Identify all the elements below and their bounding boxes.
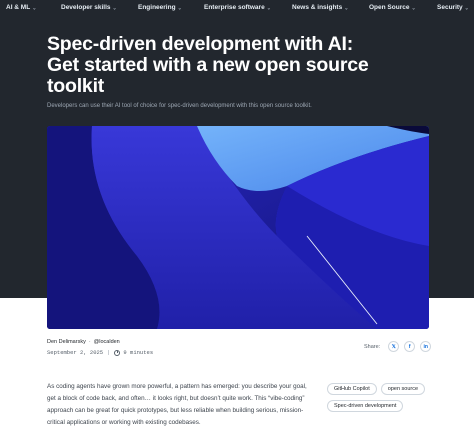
hero-image [47,126,429,329]
chevron-down-icon: ⌄ [411,5,416,11]
tag-github-copilot[interactable]: GitHub Copilot [327,383,377,395]
linkedin-icon[interactable]: in [420,341,432,352]
share-bar: Share: 𝕏 f in [364,341,432,352]
article-intro: As coding agents have grown more powerfu… [47,383,307,426]
nav-item-engineering[interactable]: Engineering ⌄ [138,4,182,11]
chevron-down-icon: ⌄ [464,5,469,11]
clock-icon [114,349,121,356]
share-label: Share: [364,343,381,350]
nav-item-news-insights[interactable]: News & insights ⌄ [292,4,348,11]
nav-item-label: Enterprise software [204,4,265,11]
nav-item-security[interactable]: Security ⌄ [437,4,469,11]
top-navigation: AI & ML ⌄ Developer skills ⌄ Engineering ⌄ … [0,0,474,16]
tag-spec-driven-development[interactable]: Spec-driven development [327,400,404,412]
nav-item-label: Security [437,4,463,11]
nav-item-open-source[interactable]: Open Source ⌄ [369,4,416,11]
page-title: Spec-driven development with AI: Get sta… [47,33,369,97]
chevron-down-icon: ⌄ [112,5,117,11]
publish-date: September 2, 2025 [47,349,104,356]
meta-divider: | [107,349,111,356]
author-handle[interactable]: @localden [94,339,120,345]
facebook-icon[interactable]: f [404,341,416,352]
page-subtitle: Developers can use their AI tool of choi… [47,103,312,109]
x-icon[interactable]: 𝕏 [388,341,400,352]
nav-item-label: Engineering [138,4,176,11]
chevron-down-icon: ⌄ [266,5,271,11]
chevron-down-icon: ⌄ [344,5,349,11]
chevron-down-icon: ⌄ [177,5,182,11]
nav-item-label: Open Source [369,4,410,11]
nav-item-label: AI & ML [6,4,31,11]
nav-item-enterprise-software[interactable]: Enterprise software ⌄ [204,4,271,11]
nav-item-developer-skills[interactable]: Developer skills ⌄ [61,4,117,11]
author-name[interactable]: Den Delimarsky [47,339,86,345]
nav-item-label: News & insights [292,4,343,11]
chevron-down-icon: ⌄ [32,5,37,11]
nav-item-ai-ml[interactable]: AI & ML ⌄ [6,4,36,11]
nav-item-label: Developer skills [61,4,111,11]
article-byline: Den Delimarsky · @localden September 2, 20… [47,339,154,356]
abstract-blue-shapes-illustration [47,126,429,329]
tag-open-source[interactable]: open source [380,383,426,395]
tag-list: GitHub Copilot open source Spec-driven d… [327,383,437,412]
read-time: 9 minutes [123,349,154,356]
